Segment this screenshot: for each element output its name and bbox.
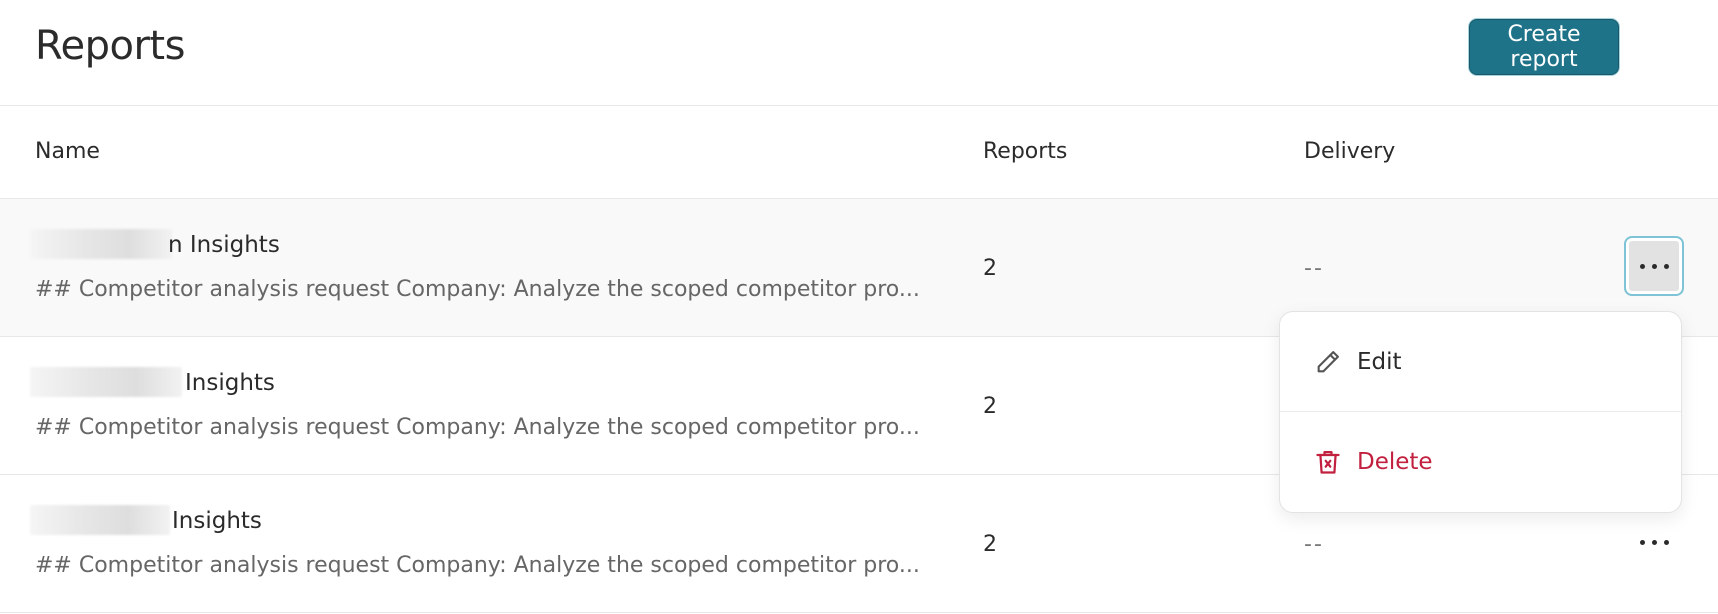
- report-name[interactable]: Insights: [185, 369, 275, 397]
- report-description: ## Competitor analysis request Company: …: [35, 553, 920, 578]
- delivery-value: --: [1304, 256, 1324, 281]
- create-report-button[interactable]: Create report: [1469, 19, 1619, 75]
- report-count: 2: [983, 394, 997, 419]
- more-icon: [1639, 539, 1645, 545]
- more-actions-button[interactable]: [1624, 236, 1684, 296]
- menu-item-label: Delete: [1357, 449, 1433, 475]
- table-header: Name Reports Delivery: [0, 106, 1718, 199]
- page-title: Reports: [35, 23, 185, 69]
- menu-item-delete[interactable]: Delete: [1280, 412, 1681, 512]
- more-actions-button[interactable]: [1624, 512, 1684, 572]
- report-name[interactable]: Insights: [172, 507, 262, 535]
- report-description: ## Competitor analysis request Company: …: [35, 277, 920, 302]
- menu-item-label: Edit: [1357, 348, 1402, 375]
- page-header: Reports Create report: [0, 0, 1718, 106]
- reports-page: Reports Create report Name Reports Deliv…: [0, 0, 1718, 614]
- menu-item-edit[interactable]: Edit: [1280, 312, 1681, 412]
- redacted-name: [30, 367, 182, 397]
- column-header-name[interactable]: Name: [35, 139, 100, 165]
- pencil-icon: [1313, 347, 1343, 377]
- column-header-reports[interactable]: Reports: [983, 139, 1067, 165]
- redacted-name: [30, 229, 172, 259]
- report-name[interactable]: n Insights: [168, 231, 280, 259]
- redacted-name: [30, 505, 170, 535]
- delivery-value: --: [1304, 532, 1324, 557]
- more-icon: [1639, 263, 1645, 269]
- trash-icon: [1313, 447, 1343, 477]
- column-header-delivery[interactable]: Delivery: [1304, 139, 1395, 165]
- row-actions-menu: Edit Delete: [1279, 311, 1682, 513]
- report-description: ## Competitor analysis request Company: …: [35, 415, 920, 440]
- report-count: 2: [983, 532, 997, 557]
- report-count: 2: [983, 256, 997, 281]
